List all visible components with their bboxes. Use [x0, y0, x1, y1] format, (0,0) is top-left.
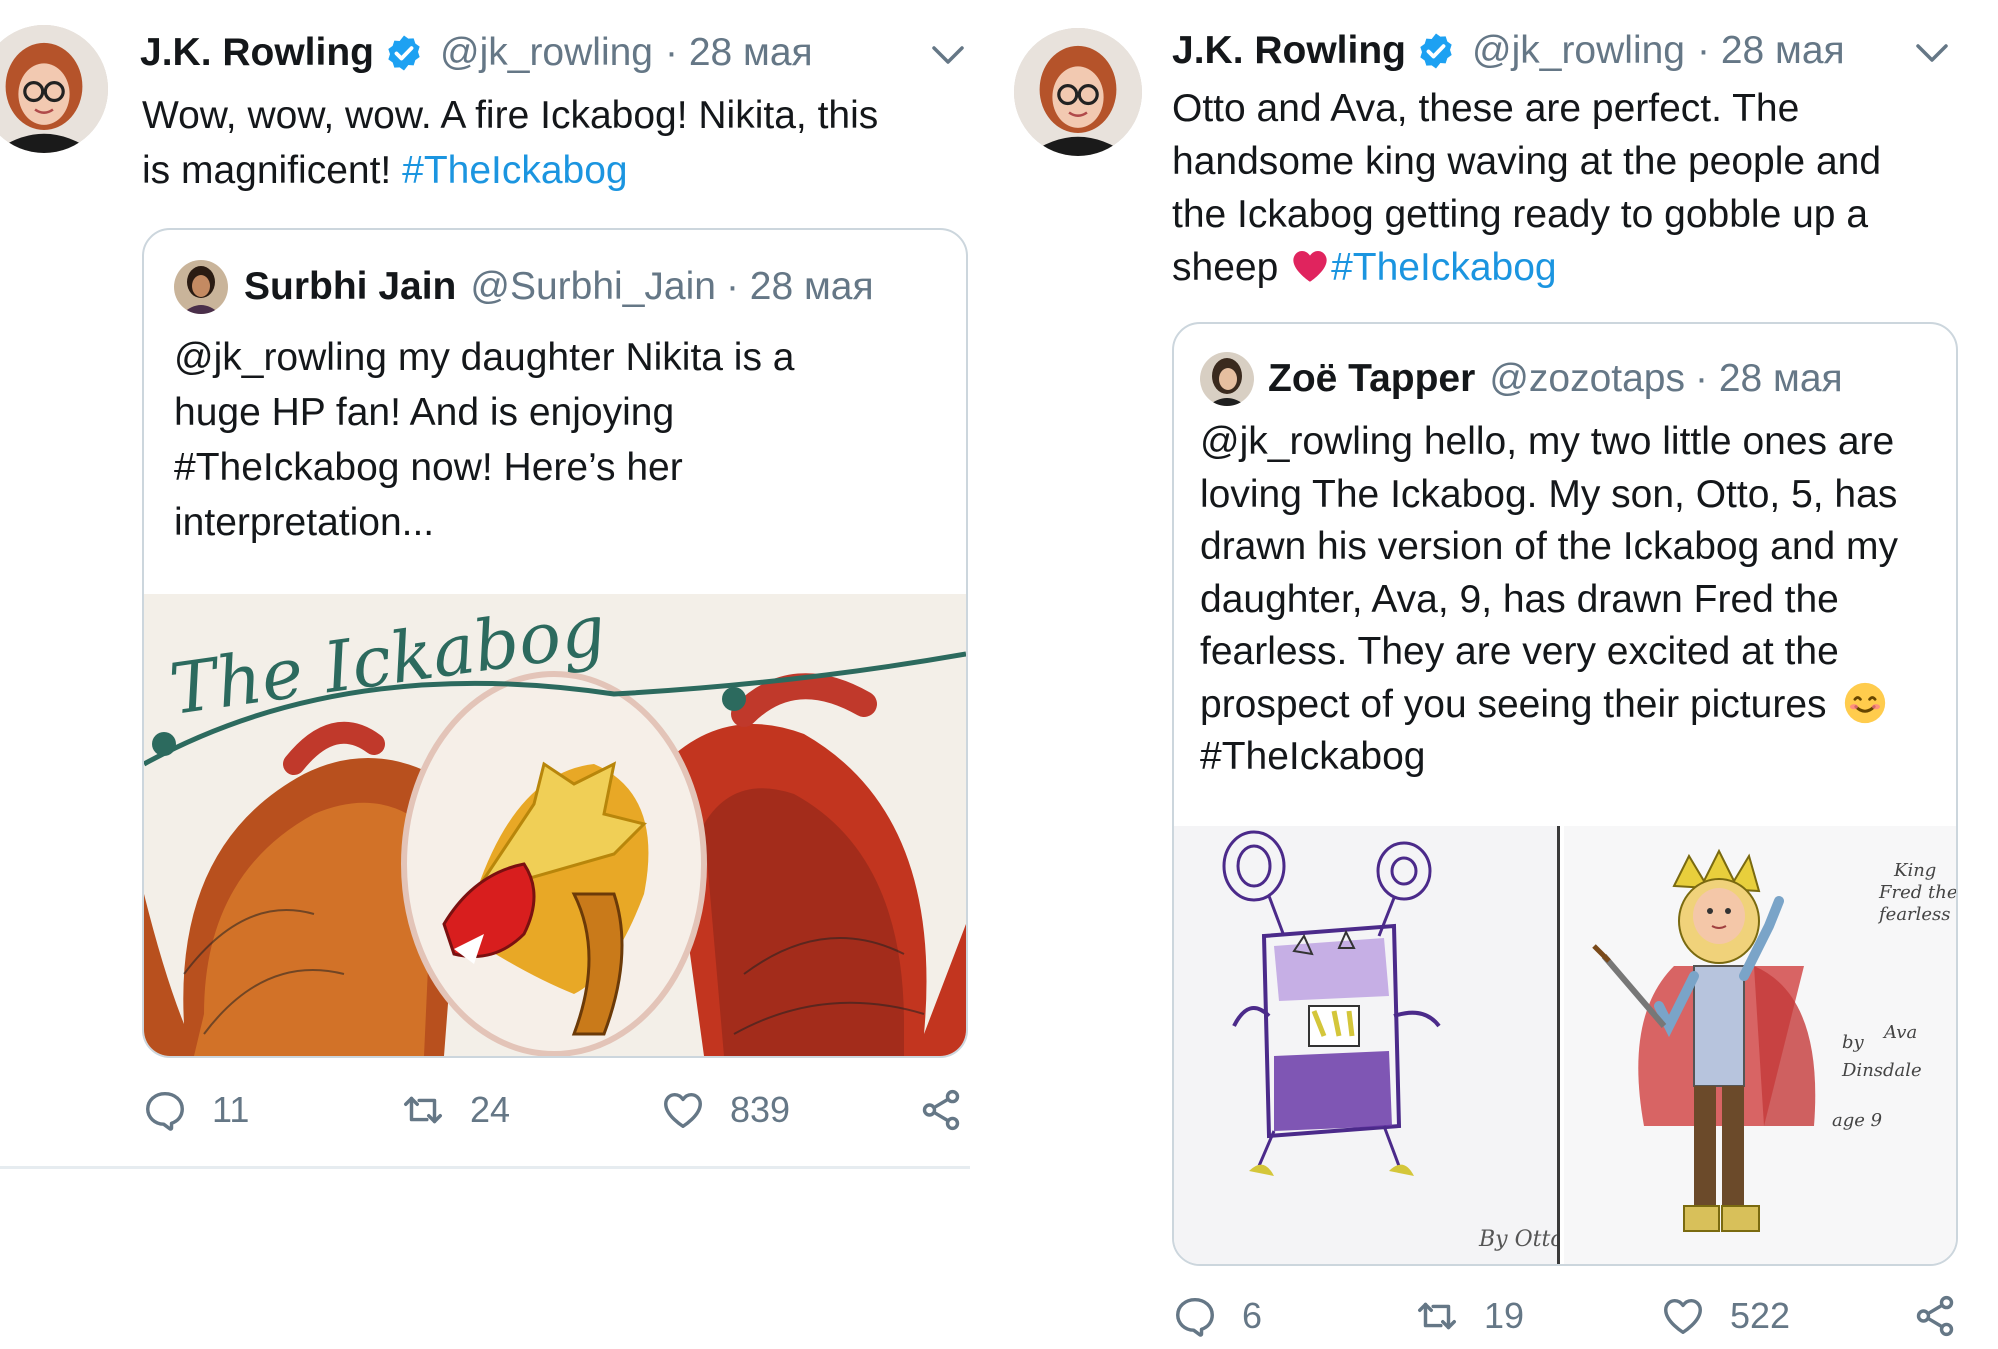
tweet-text-line: sheep #TheIckabog	[1172, 241, 1972, 294]
author-handle[interactable]: @jk_rowling	[1472, 29, 1685, 73]
verified-badge-icon	[384, 33, 424, 73]
reply-count: 6	[1242, 1295, 1263, 1336]
quoted-author-avatar[interactable]	[1200, 352, 1254, 406]
quoted-author-avatar[interactable]	[174, 260, 228, 314]
tweet-text-line: the Ickabog getting ready to gobble up a	[1172, 193, 1869, 236]
author-avatar[interactable]	[0, 25, 108, 153]
like-count: 522	[1730, 1295, 1791, 1336]
hashtag-link[interactable]: #TheIckabog	[402, 149, 628, 192]
drawing-caption-line: King	[1893, 860, 1936, 881]
quoted-image-dragon-drawing[interactable]: The Ickabog	[144, 594, 966, 1056]
like-button[interactable]: 522	[1660, 1286, 1790, 1346]
quoted-text-line: huge HP fan! And is enjoying	[174, 391, 675, 434]
drawing-byline: age 9	[1832, 1110, 1882, 1131]
quoted-text-line: #TheIckabog	[1200, 735, 1426, 778]
quoted-text-line: interpretation...	[174, 501, 435, 544]
quoted-text-line: prospect of you seeing their pictures	[1200, 679, 1950, 732]
hashtag-link[interactable]: #TheIckabog	[1331, 246, 1557, 289]
tweet-date[interactable]: · 28 мая	[1697, 29, 1845, 73]
chevron-down-icon[interactable]	[1912, 38, 1952, 68]
share-icon	[918, 1087, 964, 1133]
tweet-text: Otto and Ava, these are perfect. The han…	[1172, 82, 1972, 294]
quoted-author-name[interactable]: Surbhi Jain	[244, 265, 456, 309]
quoted-text: @jk_rowling hello, my two little ones ar…	[1200, 416, 1950, 784]
reply-count: 11	[212, 1089, 250, 1130]
quoted-tweet-date[interactable]: · 28 мая	[1695, 357, 1843, 401]
chevron-down-icon[interactable]	[928, 40, 968, 70]
reply-icon	[142, 1087, 188, 1133]
quoted-text-line: @jk_rowling my daughter Nikita is a	[174, 336, 795, 379]
like-icon	[1660, 1293, 1706, 1339]
quoted-text-line: #TheIckabog now! Here’s her	[174, 446, 683, 489]
verified-badge-icon	[1416, 31, 1456, 71]
quoted-author-name[interactable]: Zoë Tapper	[1268, 357, 1475, 401]
drawing-caption-line: Fred the	[1878, 882, 1956, 903]
quoted-author-handle[interactable]: @Surbhi_Jain	[470, 265, 716, 309]
reply-button[interactable]: 11	[142, 1080, 249, 1140]
quoted-tweet[interactable]: Surbhi Jain @Surbhi_Jain · 28 мая @jk_ro…	[142, 228, 968, 1058]
tweet-divider	[0, 1166, 970, 1169]
tweet-text-line: Otto and Ava, these are perfect. The	[1172, 87, 1800, 130]
quoted-tweet-date[interactable]: · 28 мая	[726, 265, 874, 309]
retweet-icon	[1414, 1293, 1460, 1339]
author-handle[interactable]: @jk_rowling	[440, 31, 653, 75]
share-icon	[1912, 1293, 1958, 1339]
quoted-text-line: drawn his version of the Ickabog and my	[1200, 525, 1899, 568]
smiling-face-emoji	[1843, 681, 1887, 725]
reply-button[interactable]: 6	[1172, 1286, 1262, 1346]
retweet-icon	[400, 1087, 446, 1133]
quoted-text-line: daughter, Ava, 9, has drawn Fred the	[1200, 577, 1839, 621]
like-count: 839	[730, 1089, 791, 1130]
quoted-author-handle[interactable]: @zozotaps	[1489, 357, 1685, 401]
tweet-text-fragment: sheep	[1172, 246, 1279, 289]
like-button[interactable]: 839	[660, 1080, 790, 1140]
tweet-left[interactable]: J.K. Rowling @jk_rowling · 28 мая Wow, w…	[0, 0, 970, 1170]
quoted-text-line: loving The Ickabog. My son, Otto, 5, has	[1200, 472, 1898, 516]
author-name[interactable]: J.K. Rowling	[1172, 29, 1406, 73]
retweet-count: 24	[470, 1089, 511, 1130]
tweet-right[interactable]: J.K. Rowling @jk_rowling · 28 мая Otto a…	[1000, 0, 1998, 1349]
red-heart-emoji	[1289, 246, 1331, 286]
drawing-byline: by	[1842, 1032, 1865, 1053]
drawing-byline: Ava	[1882, 1022, 1917, 1043]
quoted-header: Surbhi Jain @Surbhi_Jain · 28 мая	[244, 262, 874, 312]
tweet-actions: 6 19 522	[1172, 1286, 1962, 1346]
quoted-image-ickabog-drawing[interactable]: By Otto	[1174, 826, 1560, 1264]
tweet-text-line: Wow, wow, wow. A fire Ickabog! Nikita, t…	[142, 94, 879, 137]
share-button[interactable]	[918, 1080, 964, 1140]
author-avatar[interactable]	[1014, 28, 1142, 156]
quoted-image-king-fred-drawing[interactable]: King Fred the fearless by Ava Dinsdale a…	[1564, 826, 1956, 1264]
share-button[interactable]	[1912, 1286, 1958, 1346]
retweet-count: 19	[1484, 1295, 1525, 1336]
quoted-header: Zoë Tapper @zozotaps · 28 мая	[1268, 354, 1843, 404]
quoted-text-fragment: prospect of you seeing their pictures	[1200, 682, 1827, 726]
author-name[interactable]: J.K. Rowling	[140, 31, 374, 75]
drawing-caption-line: fearless	[1877, 904, 1951, 925]
retweet-button[interactable]: 19	[1414, 1286, 1524, 1346]
quoted-text: @jk_rowling my daughter Nikita is a huge…	[174, 330, 944, 550]
tweet-text-fragment: is magnificent!	[142, 149, 392, 192]
quoted-text-line: @jk_rowling hello, my two little ones ar…	[1200, 420, 1895, 463]
like-icon	[660, 1087, 706, 1133]
drawing-signature: By Otto	[1478, 1227, 1560, 1252]
retweet-button[interactable]: 24	[400, 1080, 510, 1140]
reply-icon	[1172, 1293, 1218, 1339]
drawing-byline: Dinsdale	[1841, 1060, 1922, 1081]
quoted-tweet[interactable]: Zoë Tapper @zozotaps · 28 мая @jk_rowlin…	[1172, 322, 1958, 1266]
tweet-actions: 11 24 839	[142, 1080, 972, 1140]
tweet-text: Wow, wow, wow. A fire Ickabog! Nikita, t…	[142, 88, 962, 198]
tweet-header: J.K. Rowling @jk_rowling · 28 мая	[140, 28, 813, 78]
tweet-date[interactable]: · 28 мая	[665, 31, 813, 75]
tweet-text-line: is magnificent! #TheIckabog	[142, 143, 962, 198]
tweet-header: J.K. Rowling @jk_rowling · 28 мая	[1172, 26, 1845, 76]
tweet-text-line: handsome king waving at the people and	[1172, 140, 1882, 183]
quoted-text-line: fearless. They are very excited at the	[1200, 630, 1839, 673]
